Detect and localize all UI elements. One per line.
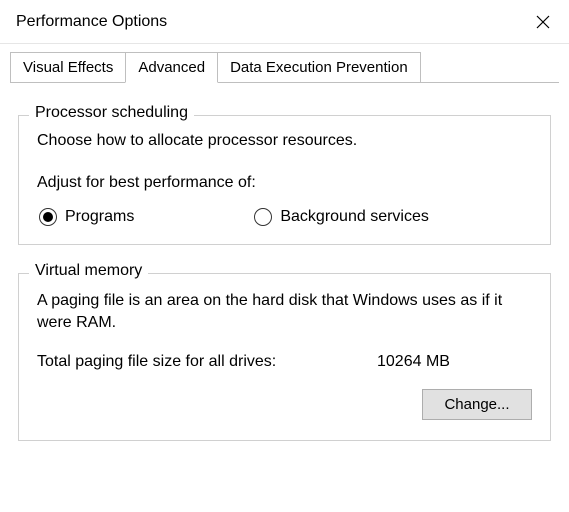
radio-programs[interactable]: Programs	[39, 208, 134, 226]
vm-desc: A paging file is an area on the hard dis…	[37, 290, 532, 335]
tab-advanced[interactable]: Advanced	[125, 52, 218, 83]
adjust-label: Adjust for best performance of:	[37, 174, 532, 192]
processor-desc: Choose how to allocate processor resourc…	[37, 132, 532, 150]
close-button[interactable]	[521, 5, 565, 39]
radio-button-icon	[39, 208, 57, 226]
vm-total-row: Total paging file size for all drives: 1…	[37, 353, 532, 371]
close-icon	[536, 15, 550, 29]
radio-background-services[interactable]: Background services	[254, 208, 429, 226]
virtual-memory-group: Virtual memory A paging file is an area …	[18, 273, 551, 441]
vm-total-label: Total paging file size for all drives:	[37, 353, 377, 371]
virtual-memory-legend: Virtual memory	[29, 262, 148, 280]
radio-background-label: Background services	[280, 208, 429, 226]
vm-total-value: 10264 MB	[377, 353, 450, 371]
processor-scheduling-group: Processor scheduling Choose how to alloc…	[18, 115, 551, 245]
title-bar: Performance Options	[0, 0, 569, 44]
change-button[interactable]: Change...	[422, 389, 532, 420]
processor-scheduling-legend: Processor scheduling	[29, 104, 194, 122]
window-title: Performance Options	[16, 13, 167, 31]
tab-bar: Visual Effects Advanced Data Execution P…	[0, 44, 569, 83]
radio-button-icon	[254, 208, 272, 226]
radio-row: Programs Background services	[37, 208, 532, 226]
tab-dep[interactable]: Data Execution Prevention	[218, 52, 421, 83]
tab-visual-effects[interactable]: Visual Effects	[10, 52, 125, 83]
tab-content: Processor scheduling Choose how to alloc…	[0, 83, 569, 441]
radio-programs-label: Programs	[65, 208, 134, 226]
